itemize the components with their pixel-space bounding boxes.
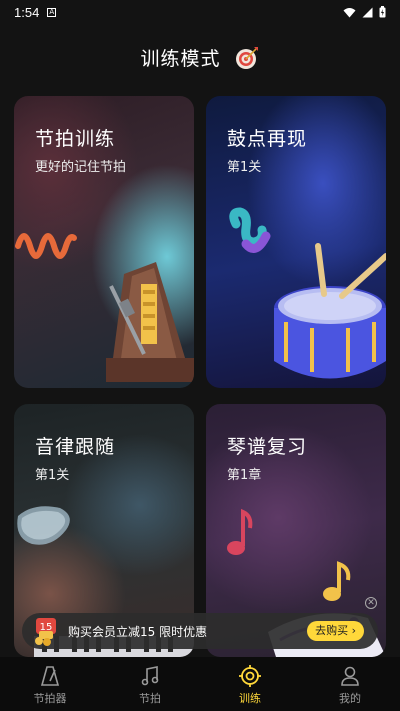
- notification-a-icon: A: [47, 7, 57, 17]
- battery-icon: [379, 6, 386, 18]
- promo-text: 购买会员立减15 限时优惠: [68, 625, 208, 639]
- card-title: 鼓点再现: [227, 128, 308, 150]
- dart-target-icon: [235, 46, 258, 69]
- page-title-text: 训练模式: [140, 48, 221, 70]
- card-drum-replay[interactable]: 鼓点再现 第1关: [206, 96, 386, 388]
- promo-badge: 15: [40, 622, 53, 633]
- card-title: 音律跟随: [35, 436, 116, 458]
- tab-label: 我的: [339, 692, 361, 705]
- promo-banner[interactable]: 15 购买会员立减15 限时优惠 去购买 ›: [22, 613, 378, 649]
- tab-label: 节拍: [139, 692, 161, 705]
- metronome-icon: [40, 666, 60, 686]
- card-subtitle: 第1关: [227, 160, 262, 175]
- coupon-15-icon: 15: [35, 618, 56, 646]
- tab-rhythm[interactable]: 节拍: [100, 657, 200, 711]
- wifi-icon: [343, 7, 356, 17]
- tab-profile[interactable]: 我的: [300, 657, 400, 711]
- tab-training[interactable]: 训练: [200, 657, 300, 711]
- tab-label: 节拍器: [33, 692, 67, 705]
- status-bar: 1:54 A: [0, 0, 400, 24]
- signal-icon: [362, 7, 373, 17]
- user-icon: [341, 666, 359, 686]
- card-title: 节拍训练: [35, 128, 116, 150]
- card-subtitle: 更好的记住节拍: [35, 160, 127, 175]
- card-title: 琴谱复习: [227, 436, 308, 458]
- card-subtitle: 第1关: [35, 468, 70, 483]
- music-note-icon: [141, 666, 159, 686]
- tab-label: 训练: [239, 692, 261, 705]
- target-icon: [239, 665, 261, 687]
- tab-metronome[interactable]: 节拍器: [0, 657, 100, 711]
- page-title: 训练模式: [0, 44, 400, 71]
- status-time: 1:54: [14, 4, 40, 20]
- promo-buy-button[interactable]: 去购买 ›: [307, 621, 364, 641]
- card-subtitle: 第1章: [227, 468, 262, 483]
- bottom-tab-bar: 节拍器 节拍 训练 我的: [0, 657, 400, 711]
- card-rhythm-training[interactable]: 节拍训练 更好的记住节拍: [14, 96, 194, 388]
- promo-close-button[interactable]: ✕: [365, 597, 377, 609]
